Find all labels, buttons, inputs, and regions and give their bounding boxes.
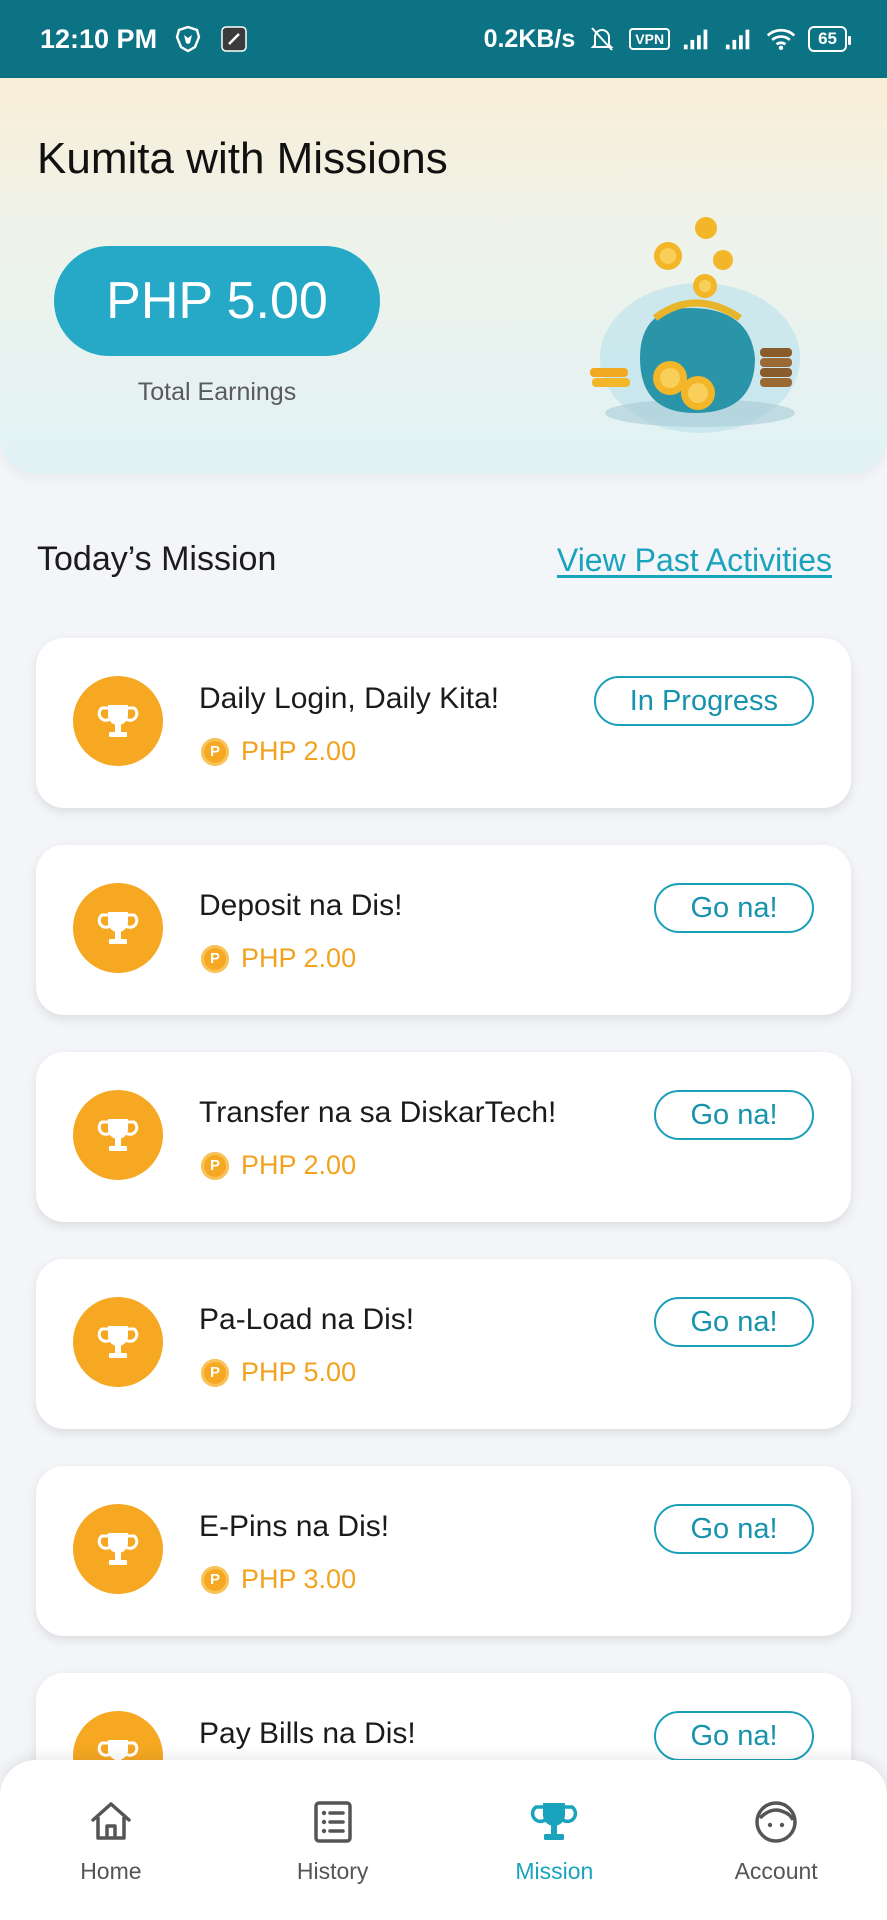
wifi-icon: [766, 24, 796, 54]
bottom-navigation: Home History Mission Account: [0, 1760, 887, 1920]
nav-home[interactable]: Home: [0, 1760, 222, 1920]
mission-reward: P PHP 2.00: [201, 943, 356, 974]
todays-mission-title: Today’s Mission: [37, 540, 277, 578]
reward-amount: PHP 2.00: [241, 736, 357, 766]
mission-card[interactable]: Transfer na sa DiskarTech! P PHP 2.00 Go…: [36, 1052, 851, 1222]
app-icon: [219, 24, 249, 54]
history-icon: [313, 1801, 352, 1843]
page-title: Kumita with Missions: [37, 134, 448, 183]
mission-name: Deposit na Dis!: [199, 889, 403, 922]
mission-reward: P PHP 2.00: [201, 1150, 356, 1181]
coin-icon: P: [201, 1151, 229, 1180]
total-earnings-badge: PHP 5.00: [54, 246, 380, 356]
nav-history-label: History: [296, 1858, 369, 1884]
reward-amount: PHP 3.00: [241, 1564, 357, 1594]
coin-icon: P: [201, 1565, 229, 1594]
total-earnings-label: Total Earnings: [137, 378, 297, 406]
mission-name: E-Pins na Dis!: [199, 1510, 390, 1543]
mission-card[interactable]: E-Pins na Dis! P PHP 3.00 Go na!: [36, 1466, 851, 1636]
trophy-icon: [73, 883, 163, 973]
trophy-icon: [73, 1090, 163, 1180]
nav-mission-label: Mission: [515, 1858, 594, 1884]
mute-bell-icon: [587, 24, 617, 54]
nav-history[interactable]: History: [222, 1760, 444, 1920]
mission-reward: P PHP 5.00: [201, 1357, 356, 1388]
home-icon: [91, 1802, 131, 1840]
signal-icon: [682, 24, 712, 54]
trophy-icon: [73, 1504, 163, 1594]
coin-icon: P: [201, 944, 229, 973]
brave-icon: [173, 24, 203, 54]
go-na-button[interactable]: Go na!: [654, 1297, 814, 1347]
mission-reward: P PHP 2.00: [201, 736, 356, 767]
mission-card[interactable]: Pa-Load na Dis! P PHP 5.00 Go na!: [36, 1259, 851, 1429]
go-na-button[interactable]: Go na!: [654, 883, 814, 933]
signal-icon: [724, 24, 754, 54]
trophy-icon: [73, 1297, 163, 1387]
vpn-badge: VPN: [629, 28, 671, 50]
nav-account[interactable]: Account: [665, 1760, 887, 1920]
go-na-button[interactable]: Go na!: [654, 1504, 814, 1554]
mission-name: Pa-Load na Dis!: [199, 1303, 415, 1336]
reward-amount: PHP 2.00: [241, 943, 357, 973]
status-bar: 12:10 PM 0.2KB/s VPN 65: [0, 0, 887, 78]
nav-mission[interactable]: Mission: [444, 1760, 666, 1920]
trophy-icon: [73, 676, 163, 766]
go-na-button[interactable]: Go na!: [654, 1711, 814, 1761]
mission-name: Pay Bills na Dis!: [199, 1717, 416, 1750]
trophy-icon: [531, 1803, 578, 1840]
view-past-activities-link[interactable]: View Past Activities: [557, 542, 832, 579]
reward-amount: PHP 5.00: [241, 1357, 357, 1387]
mission-card[interactable]: Deposit na Dis! P PHP 2.00 Go na!: [36, 845, 851, 1015]
account-icon: [755, 1801, 797, 1843]
reward-amount: PHP 2.00: [241, 1150, 357, 1180]
in-progress-button[interactable]: In Progress: [593, 676, 814, 726]
mission-name: Transfer na sa DiskarTech!: [199, 1096, 557, 1129]
status-time: 12:10 PM: [40, 23, 158, 54]
mission-name: Daily Login, Daily Kita!: [199, 682, 500, 715]
coin-icon: P: [201, 737, 229, 766]
mission-list: Daily Login, Daily Kita! P PHP 2.00 In P…: [36, 638, 851, 1880]
network-speed: 0.2KB/s: [483, 24, 576, 53]
nav-home-label: Home: [80, 1858, 142, 1884]
nav-account-label: Account: [734, 1858, 818, 1884]
go-na-button[interactable]: Go na!: [654, 1090, 814, 1140]
coin-icon: P: [201, 1358, 229, 1387]
battery-icon: 65: [808, 26, 851, 52]
coin-wallet-illustration: [590, 217, 800, 433]
mission-card[interactable]: Daily Login, Daily Kita! P PHP 2.00 In P…: [36, 638, 851, 808]
earnings-header: Kumita with Missions PHP 5.00 Total Earn…: [0, 78, 887, 474]
mission-reward: P PHP 3.00: [201, 1564, 356, 1595]
